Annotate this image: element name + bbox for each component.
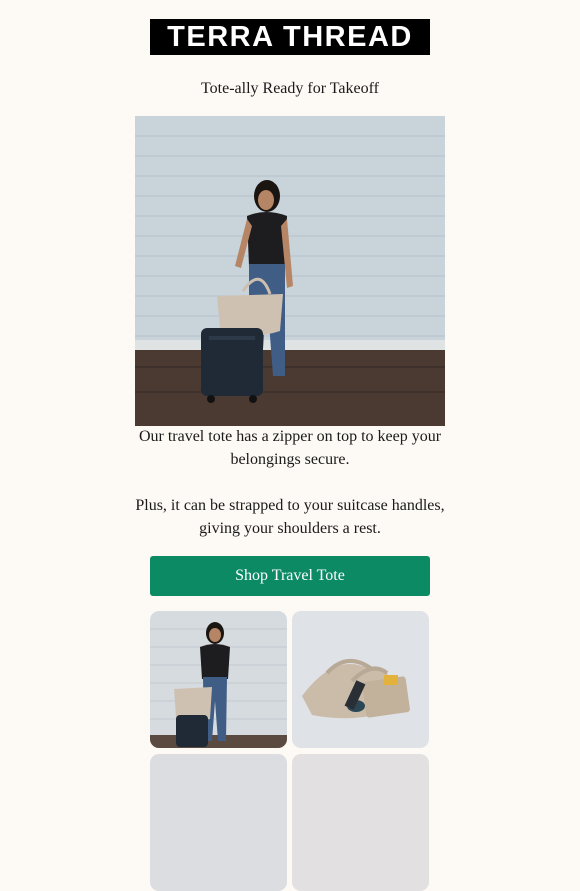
gallery-image-4[interactable] [292,754,429,891]
gallery-image-woman-with-tote[interactable] [150,611,287,748]
shop-travel-tote-button[interactable]: Shop Travel Tote [150,556,430,596]
body-paragraph-2-line-2: giving your shoulders a rest. [199,520,381,537]
gallery-image-tote-bag[interactable] [292,611,429,748]
body-paragraph-1-line-2: belongings secure. [230,451,350,468]
body-paragraph-1-line-1: Our travel tote has a zipper on top to k… [138,428,442,445]
email-headline: Tote-ally Ready for Takeoff [201,80,379,97]
hero-image[interactable] [135,116,445,426]
gallery-image-3[interactable] [150,754,287,891]
body-paragraph-2-line-1: Plus, it can be strapped to your suitcas… [135,497,445,514]
brand-logo[interactable]: TERRA THREAD [150,19,430,55]
